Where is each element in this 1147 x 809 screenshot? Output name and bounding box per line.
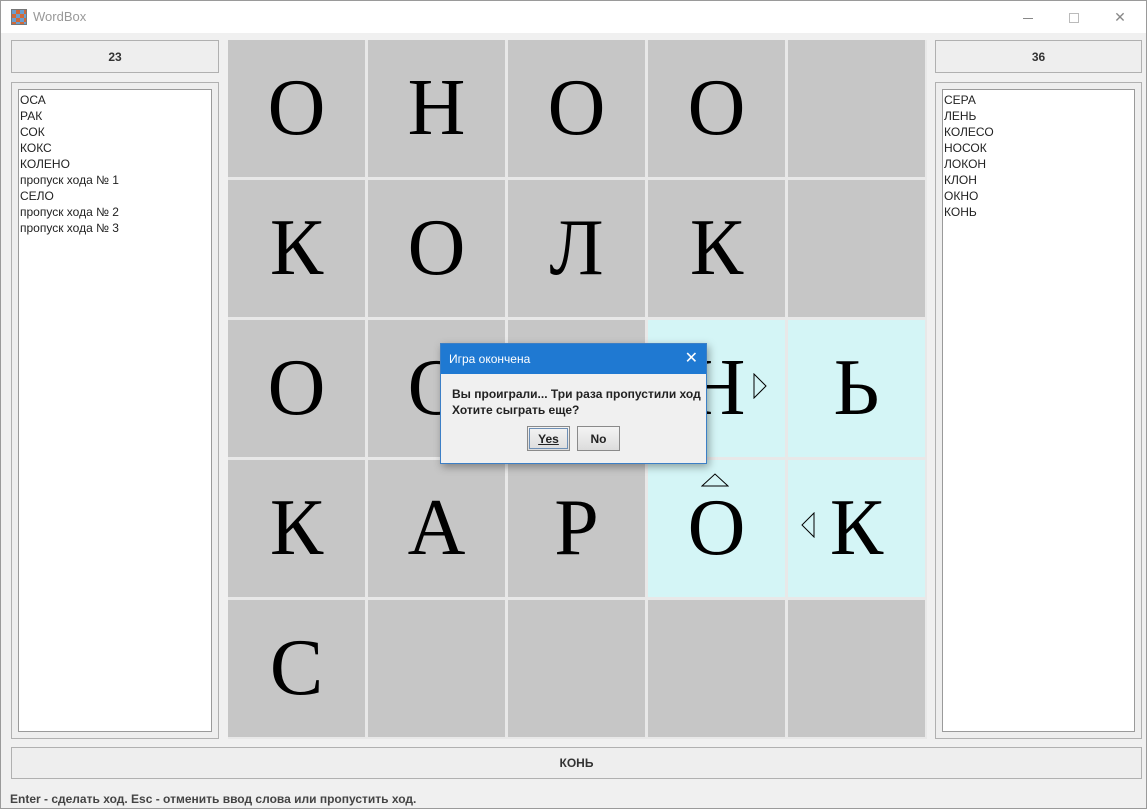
close-icon: ✕	[1114, 9, 1126, 25]
current-word: КОНЬ	[11, 747, 1142, 779]
player-score: 23	[11, 40, 219, 73]
grid-cell[interactable]: Л	[508, 180, 645, 317]
minimize-button[interactable]	[1005, 1, 1051, 33]
grid-cell[interactable]	[788, 600, 925, 737]
grid-cell[interactable]	[648, 600, 785, 737]
list-item[interactable]: ОКНО	[944, 188, 1134, 204]
grid-cell[interactable]: О	[368, 180, 505, 317]
grid-cell[interactable]	[788, 180, 925, 317]
maximize-icon	[1069, 13, 1079, 24]
grid-cell[interactable]: К	[228, 460, 365, 597]
grid-cell[interactable]: К	[228, 180, 365, 317]
dialog-message: Вы проиграли... Три раза пропустили ход …	[452, 386, 701, 418]
opponent-words-list[interactable]: СЕРА ЛЕНЬ КОЛЕСО НОСОК ЛОКОН КЛОН ОКНО КОНЬ	[942, 89, 1135, 732]
list-item[interactable]: СЕРА	[944, 92, 1134, 108]
dialog-message-line2: Хотите сыграть еще?	[452, 403, 580, 417]
grid-cell[interactable]	[788, 40, 925, 177]
grid-cell[interactable]	[508, 600, 645, 737]
window-title: WordBox	[33, 9, 87, 24]
list-item[interactable]: НОСОК	[944, 140, 1134, 156]
grid-cell[interactable]	[368, 600, 505, 737]
app-icon	[11, 9, 27, 25]
dialog-title: Игра окончена	[449, 352, 531, 366]
list-item[interactable]: СЕЛО	[20, 188, 211, 204]
list-item[interactable]: КОЛЕНО	[20, 156, 211, 172]
dialog-close-icon[interactable]: ✕	[685, 344, 698, 374]
grid-cell[interactable]: О	[228, 320, 365, 457]
list-item[interactable]: ОСА	[20, 92, 211, 108]
grid-cell[interactable]: Н	[368, 40, 505, 177]
grid-cell[interactable]: Ь	[788, 320, 925, 457]
list-item[interactable]: пропуск хода № 1	[20, 172, 211, 188]
dialog-message-line1: Вы проиграли... Три раза пропустили ход	[452, 387, 701, 401]
arrow-up-icon	[701, 473, 729, 487]
grid-cell[interactable]: К	[648, 180, 785, 317]
yes-button[interactable]: Yes	[527, 426, 570, 451]
arrow-right-icon	[753, 373, 767, 399]
opponent-words-panel: СЕРА ЛЕНЬ КОЛЕСО НОСОК ЛОКОН КЛОН ОКНО КОНЬ	[935, 82, 1142, 739]
list-item[interactable]: КОНЬ	[944, 204, 1134, 220]
player-words-list[interactable]: ОСА РАК СОК КОКС КОЛЕНО пропуск хода № 1 СЕЛО п…	[18, 89, 212, 732]
list-item[interactable]: РАК	[20, 108, 211, 124]
grid-cell[interactable]: А	[368, 460, 505, 597]
minimize-icon	[1023, 17, 1033, 19]
arrow-left-icon	[801, 512, 815, 538]
list-item[interactable]: ЛОКОН	[944, 156, 1134, 172]
no-button[interactable]: No	[577, 426, 620, 451]
grid-cell[interactable]: С	[228, 600, 365, 737]
list-item[interactable]: СОК	[20, 124, 211, 140]
game-over-dialog: Игра окончена ✕ Вы проиграли... Три раза…	[440, 343, 707, 464]
maximize-button[interactable]	[1051, 1, 1097, 33]
status-hint: Enter - сделать ход. Esc - отменить ввод…	[10, 792, 417, 806]
dialog-title-bar: Игра окончена ✕	[441, 344, 706, 374]
list-item[interactable]: пропуск хода № 2	[20, 204, 211, 220]
grid-cell[interactable]: О	[648, 40, 785, 177]
title-bar: WordBox ✕	[1, 1, 1146, 33]
opponent-score: 36	[935, 40, 1142, 73]
close-window-button[interactable]: ✕	[1097, 1, 1143, 33]
app-window: WordBox ✕ 23 36 ОСА РАК СОК КОКС КОЛЕНО пропу…	[0, 0, 1147, 809]
grid-cell[interactable]: Р	[508, 460, 645, 597]
grid-cell[interactable]: О	[228, 40, 365, 177]
list-item[interactable]: пропуск хода № 3	[20, 220, 211, 236]
list-item[interactable]: КОЛЕСО	[944, 124, 1134, 140]
list-item[interactable]: ЛЕНЬ	[944, 108, 1134, 124]
grid-cell[interactable]: О	[508, 40, 645, 177]
list-item[interactable]: КЛОН	[944, 172, 1134, 188]
player-words-panel: ОСА РАК СОК КОКС КОЛЕНО пропуск хода № 1 СЕЛО п…	[11, 82, 219, 739]
list-item[interactable]: КОКС	[20, 140, 211, 156]
